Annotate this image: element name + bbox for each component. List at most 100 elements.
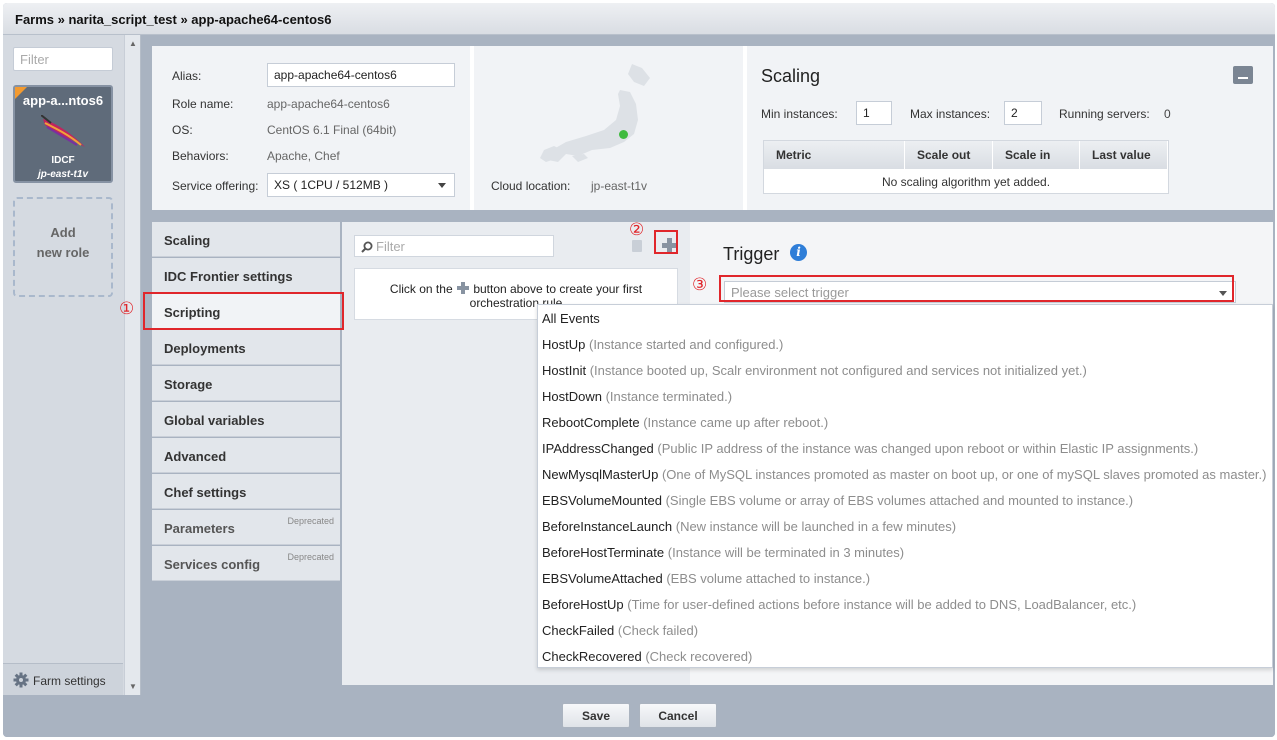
trigger-option-hostdown[interactable]: HostDown (Instance terminated.) [542,389,732,415]
tab-label: Parameters [164,521,235,536]
trigger-option-beforeinstancelaunch[interactable]: BeforeInstanceLaunch (New instance will … [542,519,956,545]
farm-settings-button[interactable]: Farm settings [3,663,123,695]
option-desc: (Check recovered) [645,649,753,664]
tab-label: Storage [164,377,213,392]
behaviors-value: Apache, Chef [267,149,340,163]
chevron-down-icon [438,183,446,188]
scaling-summary: Scaling Min instances: 1 Max instances: … [747,46,1273,210]
option-desc: (Time for user-defined actions before in… [627,597,1137,612]
role-details: Alias: app-apache64-centos6 Role name: a… [152,46,470,210]
cancel-button[interactable]: Cancel [639,703,717,728]
trigger-title: Trigger [723,244,780,264]
trigger-option-beforehostup[interactable]: BeforeHostUp (Time for user-defined acti… [542,597,1136,623]
option-name: BeforeInstanceLaunch [542,519,673,534]
alias-input[interactable]: app-apache64-centos6 [267,63,455,87]
alias-label: Alias: [172,69,202,83]
save-button[interactable]: Save [562,703,630,728]
cloud-location-value: jp-east-t1v [591,179,648,193]
rules-filter-placeholder: Filter [376,239,405,254]
option-desc: (Check failed) [617,623,699,638]
trigger-option-hostinit[interactable]: HostInit (Instance booted up, Scalr envi… [542,363,1087,389]
hint-text-after: button above to create your first [473,282,643,296]
option-name: CheckRecovered [542,649,642,664]
location-status-dot [619,130,628,139]
option-desc: (Instance booted up, Scalr environment n… [589,363,1087,378]
trigger-option-rebootcomplete[interactable]: RebootComplete (Instance came up after r… [542,415,828,441]
scaling-title: Scaling [761,66,821,86]
trigger-option-newmysqlmasterup[interactable]: NewMysqlMasterUp (One of MySQL instances… [542,467,1266,493]
option-name: CheckFailed [542,623,615,638]
service-offering-label: Service offering: [172,179,259,193]
role-name-value: app-apache64-centos6 [267,97,390,111]
tab-chef-settings[interactable]: Chef settings [152,474,340,509]
delete-rule-icon[interactable] [632,240,642,252]
empty-table-message: No scaling algorithm yet added. [881,175,1051,189]
option-name: All Events [542,311,600,326]
option-desc: (New instance will be launched in a few … [675,519,957,534]
cloud-location-label: Cloud location: [491,179,571,193]
minimize-button[interactable] [1233,66,1253,84]
add-new-role-button[interactable]: Add new role [13,197,113,297]
tab-storage[interactable]: Storage [152,366,340,401]
tab-label: Chef settings [164,485,247,500]
trigger-option-checkrecovered[interactable]: CheckRecovered (Check recovered) [542,649,752,675]
tab-parameters[interactable]: Parameters Deprecated [152,510,340,545]
trigger-option-ebsvolumemounted[interactable]: EBSVolumeMounted (Single EBS volume or a… [542,493,1133,519]
option-name: HostUp [542,337,586,352]
option-name: EBSVolumeAttached [542,571,663,586]
trigger-option-ebsvolumeattached[interactable]: EBSVolumeAttached (EBS volume attached t… [542,571,870,597]
roles-sidebar: Filter app-a...ntos6 IDCF jp-east-t1v Ad… [3,35,141,695]
service-offering-select[interactable]: XS ( 1CPU / 512MB ) [267,173,455,197]
info-icon[interactable]: i [790,244,807,261]
farm-settings-label: Farm settings [33,674,106,688]
breadcrumb: Farms » narita_script_test » app-apache6… [3,3,1275,35]
trigger-option-hostup[interactable]: HostUp (Instance started and configured.… [542,337,783,363]
tab-idc-frontier-settings[interactable]: IDC Frontier settings [152,258,340,293]
option-name: HostInit [542,363,587,378]
option-desc: (Instance came up after reboot.) [643,415,829,430]
role-tile[interactable]: app-a...ntos6 IDCF jp-east-t1v [13,85,113,183]
option-name: BeforeHostTerminate [542,545,665,560]
apache-feather-icon [41,115,85,147]
settings-tabs: Scaling IDC Frontier settings Scripting … [152,222,342,582]
scroll-down-icon[interactable]: ▼ [129,682,137,691]
column-header-last-value[interactable]: Last value [1080,141,1168,169]
trigger-dropdown-list: All Events HostUp (Instance started and … [537,304,1273,668]
footer-bar: Save Cancel [3,695,1275,737]
highlight-box-trigger [719,275,1234,302]
tab-global-variables[interactable]: Global variables [152,402,340,437]
role-tile-location: jp-east-t1v [37,169,88,180]
tab-deployments[interactable]: Deployments [152,330,340,365]
add-role-label-2: new role [36,245,90,260]
rules-filter-input[interactable]: Filter [354,235,554,257]
max-instances-input[interactable]: 2 [1004,101,1042,125]
tab-scaling[interactable]: Scaling [152,222,340,257]
sidebar-scrollbar[interactable]: ▲ ▼ [124,35,140,695]
scroll-up-icon[interactable]: ▲ [129,39,137,48]
tab-services-config[interactable]: Services config Deprecated [152,546,340,581]
trigger-option-checkfailed[interactable]: CheckFailed (Check failed) [542,623,698,649]
min-instances-input[interactable]: 1 [856,101,892,125]
min-instances-label: Min instances: [761,107,838,121]
annotation-marker-2: ② [629,220,645,240]
role-filter-input[interactable]: Filter [13,47,113,71]
trigger-option-beforehostterminate[interactable]: BeforeHostTerminate (Instance will be te… [542,545,904,571]
column-header-metric[interactable]: Metric [764,141,905,169]
column-header-scale-out[interactable]: Scale out [905,141,993,169]
trigger-option-all-events[interactable]: All Events [542,311,600,337]
tab-advanced[interactable]: Advanced [152,438,340,473]
option-name: IPAddressChanged [542,441,654,456]
option-desc: (Public IP address of the instance was c… [657,441,1199,456]
trigger-option-ipaddresschanged[interactable]: IPAddressChanged (Public IP address of t… [542,441,1198,467]
highlight-box-add [654,230,678,254]
os-value: CentOS 6.1 Final (64bit) [267,123,397,137]
tab-label: Global variables [164,413,265,428]
option-desc: (Instance terminated.) [605,389,733,404]
option-desc: (Instance will be terminated in 3 minute… [667,545,905,560]
tab-label: Services config [164,557,261,572]
column-header-scale-in[interactable]: Scale in [993,141,1080,169]
option-desc: (EBS volume attached to instance.) [666,571,871,586]
role-tile-cloud: IDCF [51,155,75,166]
role-info-panel: Alias: app-apache64-centos6 Role name: a… [152,46,1273,210]
option-desc: (Single EBS volume or array of EBS volum… [665,493,1134,508]
